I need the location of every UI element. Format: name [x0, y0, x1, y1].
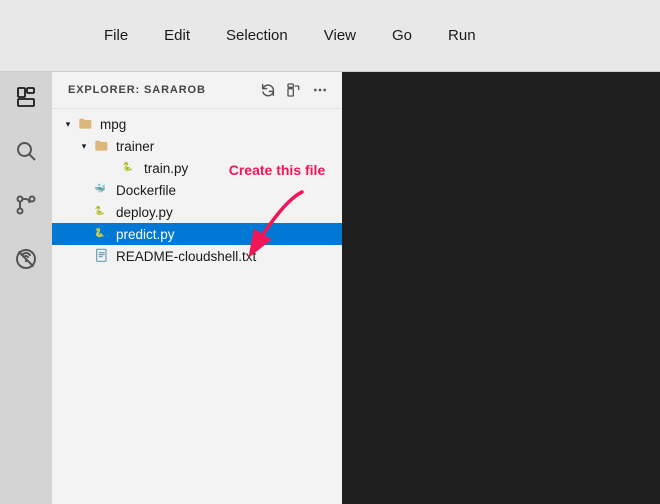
explorer-actions: [260, 82, 328, 98]
readme-icon: [92, 248, 112, 264]
sidebar: EXPLORER: SARAROB: [52, 72, 342, 504]
file-tree: ▾ mpg ▾ trainer 🐍: [52, 109, 342, 504]
svg-text:🐍: 🐍: [122, 161, 133, 171]
tree-item-trainer[interactable]: ▾ trainer: [52, 135, 342, 157]
more-actions-icon[interactable]: [312, 82, 328, 98]
chevron-trainer: ▾: [76, 141, 92, 152]
tree-item-train-py[interactable]: 🐍 train.py: [52, 157, 342, 179]
label-mpg: mpg: [100, 117, 126, 132]
menu-selection[interactable]: Selection: [222, 23, 292, 48]
menu-go[interactable]: Go: [388, 23, 416, 48]
menu-view[interactable]: View: [320, 23, 360, 48]
python-deploy-icon: 🐍: [92, 204, 112, 220]
main-area: EXPLORER: SARAROB: [0, 72, 660, 504]
label-trainer: trainer: [116, 139, 154, 154]
explorer-header: EXPLORER: SARAROB: [52, 72, 342, 109]
folder-trainer-icon: [92, 138, 112, 154]
tree-item-dockerfile[interactable]: 🐳 Dockerfile: [52, 179, 342, 201]
menu-edit[interactable]: Edit: [160, 23, 194, 48]
tree-item-readme[interactable]: README-cloudshell.txt: [52, 245, 342, 267]
explorer-activity-icon[interactable]: [9, 80, 43, 114]
label-train-py: train.py: [144, 161, 188, 176]
python-train-icon: 🐍: [120, 160, 140, 176]
tree-item-mpg[interactable]: ▾ mpg: [52, 113, 342, 135]
label-readme: README-cloudshell.txt: [116, 249, 256, 264]
svg-text:🐳: 🐳: [94, 182, 106, 193]
svg-text:🐍: 🐍: [94, 227, 105, 237]
python-predict-icon: 🐍: [92, 226, 112, 242]
menu-file[interactable]: File: [100, 23, 132, 48]
source-control-activity-icon[interactable]: [9, 188, 43, 222]
chevron-mpg: ▾: [60, 119, 76, 130]
tree-item-predict-py[interactable]: 🐍 predict.py: [52, 223, 342, 245]
activity-bar: [0, 72, 52, 504]
menu-run[interactable]: Run: [444, 23, 480, 48]
label-dockerfile: Dockerfile: [116, 183, 176, 198]
folder-mpg-icon: [76, 116, 96, 132]
remote-activity-icon[interactable]: [9, 242, 43, 276]
search-activity-icon[interactable]: [9, 134, 43, 168]
label-deploy-py: deploy.py: [116, 205, 173, 220]
explorer-title: EXPLORER: SARAROB: [68, 84, 206, 96]
docker-icon: 🐳: [92, 182, 112, 198]
svg-text:🐍: 🐍: [94, 205, 105, 215]
refresh-icon[interactable]: [260, 82, 276, 98]
tree-item-deploy-py[interactable]: 🐍 deploy.py: [52, 201, 342, 223]
label-predict-py: predict.py: [116, 227, 175, 242]
collapse-icon[interactable]: [286, 82, 302, 98]
menu-bar: File Edit Selection View Go Run: [0, 0, 660, 72]
editor-area: [342, 72, 660, 504]
